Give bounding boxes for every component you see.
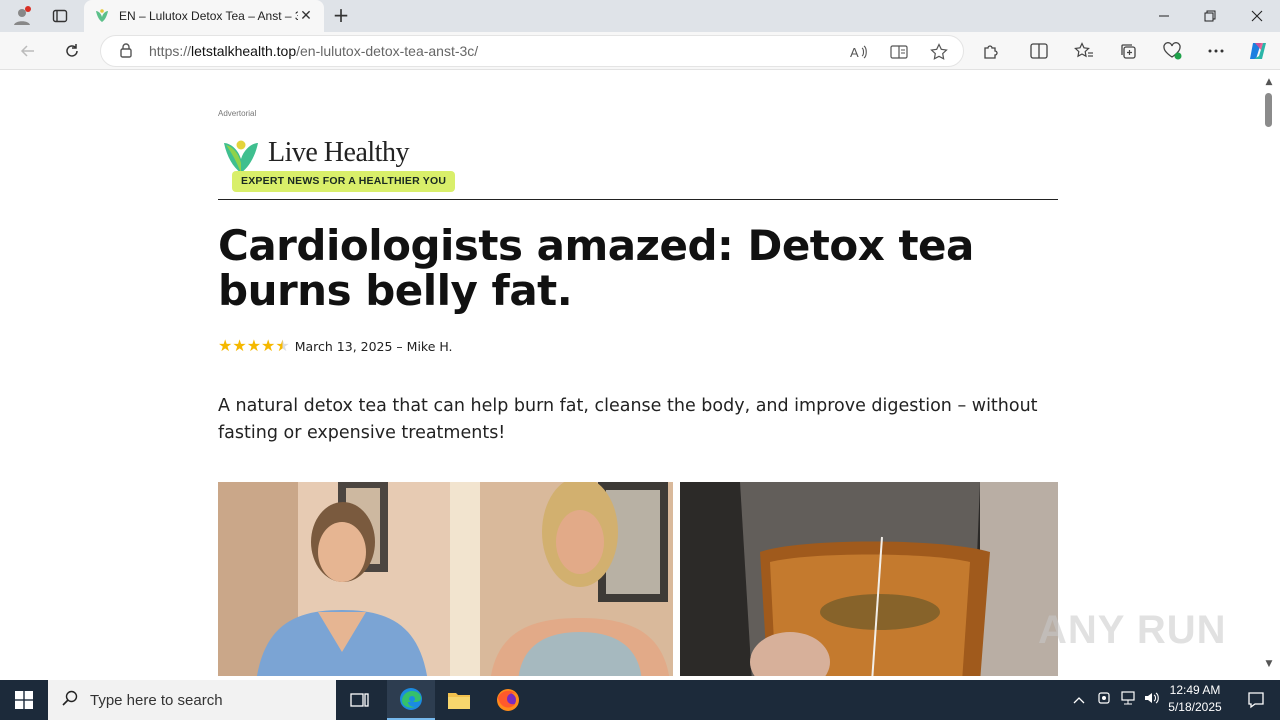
star-icon: ★ — [218, 336, 233, 355]
star-icon: ★ — [261, 336, 276, 355]
new-tab-button[interactable]: + — [330, 4, 352, 28]
search-icon — [62, 690, 78, 711]
copilot-icon[interactable] — [1244, 37, 1272, 65]
half-star-icon: ★ — [275, 336, 290, 355]
scroll-up-icon[interactable]: ▲ — [1264, 77, 1274, 87]
before-after-photo — [218, 482, 673, 676]
tab-actions-icon[interactable] — [46, 4, 74, 28]
clock-date: 5/18/2025 — [1168, 700, 1222, 714]
performance-icon[interactable] — [1158, 37, 1186, 65]
tab-title: EN – Lulutox Detox Tea – Anst – 3 — [119, 9, 298, 23]
live-healthy-logo-icon — [224, 140, 258, 173]
lock-icon[interactable] — [119, 42, 135, 61]
firefox-icon[interactable] — [484, 680, 532, 720]
star-icon: ★ — [232, 336, 247, 355]
tab-active[interactable]: EN – Lulutox Detox Tea – Anst – 3 ✕ — [84, 0, 324, 32]
url-scheme: https:// — [149, 43, 192, 59]
site-logo[interactable]: Live Healthy EXPERT NEWS FOR A HEALTHIER… — [222, 137, 462, 193]
search-placeholder: Type here to search — [90, 691, 223, 709]
system-tray — [1070, 680, 1164, 720]
clock-time: 12:49 AM — [1169, 683, 1221, 697]
detox-tea-photo — [680, 482, 1058, 676]
advertorial-label: Advertorial — [218, 109, 257, 118]
header-divider — [218, 199, 1058, 200]
rating-stars: ★ ★ ★ ★ ★ — [218, 338, 290, 354]
site-favicon-icon — [94, 8, 110, 24]
task-view-icon[interactable] — [336, 680, 384, 720]
browser-titlebar: EN – Lulutox Detox Tea – Anst – 3 ✕ + — [0, 0, 1280, 32]
windows-logo-icon — [15, 691, 33, 709]
favorite-star-icon[interactable] — [927, 40, 951, 64]
immersive-reader-icon[interactable] — [887, 40, 911, 64]
profile-icon[interactable] — [8, 4, 36, 28]
minimize-button[interactable] — [1141, 0, 1187, 32]
restore-button[interactable] — [1187, 0, 1233, 32]
article-lede: A natural detox tea that can help burn f… — [218, 396, 1038, 443]
tab-close-icon[interactable]: ✕ — [298, 8, 314, 24]
article-date-author: March 13, 2025 – Mike H. — [294, 338, 453, 354]
tray-overflow-icon[interactable] — [1070, 693, 1088, 708]
windows-taskbar: Type here to search 12:49 AM 5/18/2025 — [0, 680, 1280, 720]
taskbar-clock[interactable]: 12:49 AM 5/18/2025 — [1160, 682, 1230, 716]
file-explorer-icon[interactable] — [435, 680, 483, 720]
svg-text:A: A — [850, 45, 859, 60]
url-path: /en-lulutox-detox-tea-anst-3c/ — [296, 43, 479, 59]
article-headline: Cardiologists amazed: Detox tea burns be… — [218, 221, 974, 315]
close-window-button[interactable] — [1234, 0, 1280, 32]
collections-icon[interactable] — [1114, 37, 1142, 65]
split-screen-icon[interactable] — [1025, 37, 1053, 65]
reload-icon[interactable] — [58, 37, 86, 65]
logo-tagline: EXPERT NEWS FOR A HEALTHIER YOU — [232, 171, 456, 192]
article-meta: ★ ★ ★ ★ ★ March 13, 2025 – Mike H. — [218, 338, 453, 354]
page-viewport: Advertorial Live Healthy EXPERT NEWS FOR… — [4, 71, 1262, 676]
back-icon[interactable] — [14, 37, 42, 65]
scroll-down-icon[interactable]: ▼ — [1264, 659, 1274, 669]
address-bar[interactable]: https://letstalkhealth.top/en-lulutox-de… — [100, 35, 964, 67]
read-aloud-icon[interactable]: A — [847, 40, 871, 64]
page-scrollbar[interactable]: ▲ ▼ — [1262, 71, 1276, 676]
logo-name: Live Healthy — [268, 137, 409, 168]
taskbar-search-input[interactable]: Type here to search — [48, 680, 336, 720]
star-icon: ★ — [246, 336, 262, 355]
edge-taskbar-icon[interactable] — [387, 680, 435, 720]
network-icon[interactable] — [1116, 691, 1140, 709]
scroll-thumb[interactable] — [1265, 93, 1272, 127]
meet-now-icon[interactable] — [1092, 691, 1116, 709]
extensions-icon[interactable] — [977, 37, 1005, 65]
more-menu-icon[interactable] — [1202, 37, 1230, 65]
anyrun-watermark: ANY RUN — [1038, 608, 1227, 652]
browser-toolbar: https://letstalkhealth.top/en-lulutox-de… — [0, 32, 1280, 70]
start-button[interactable] — [0, 680, 48, 720]
url-host: letstalkhealth.top — [191, 43, 297, 59]
notifications-icon[interactable] — [1232, 680, 1280, 720]
favorites-icon[interactable] — [1070, 37, 1098, 65]
